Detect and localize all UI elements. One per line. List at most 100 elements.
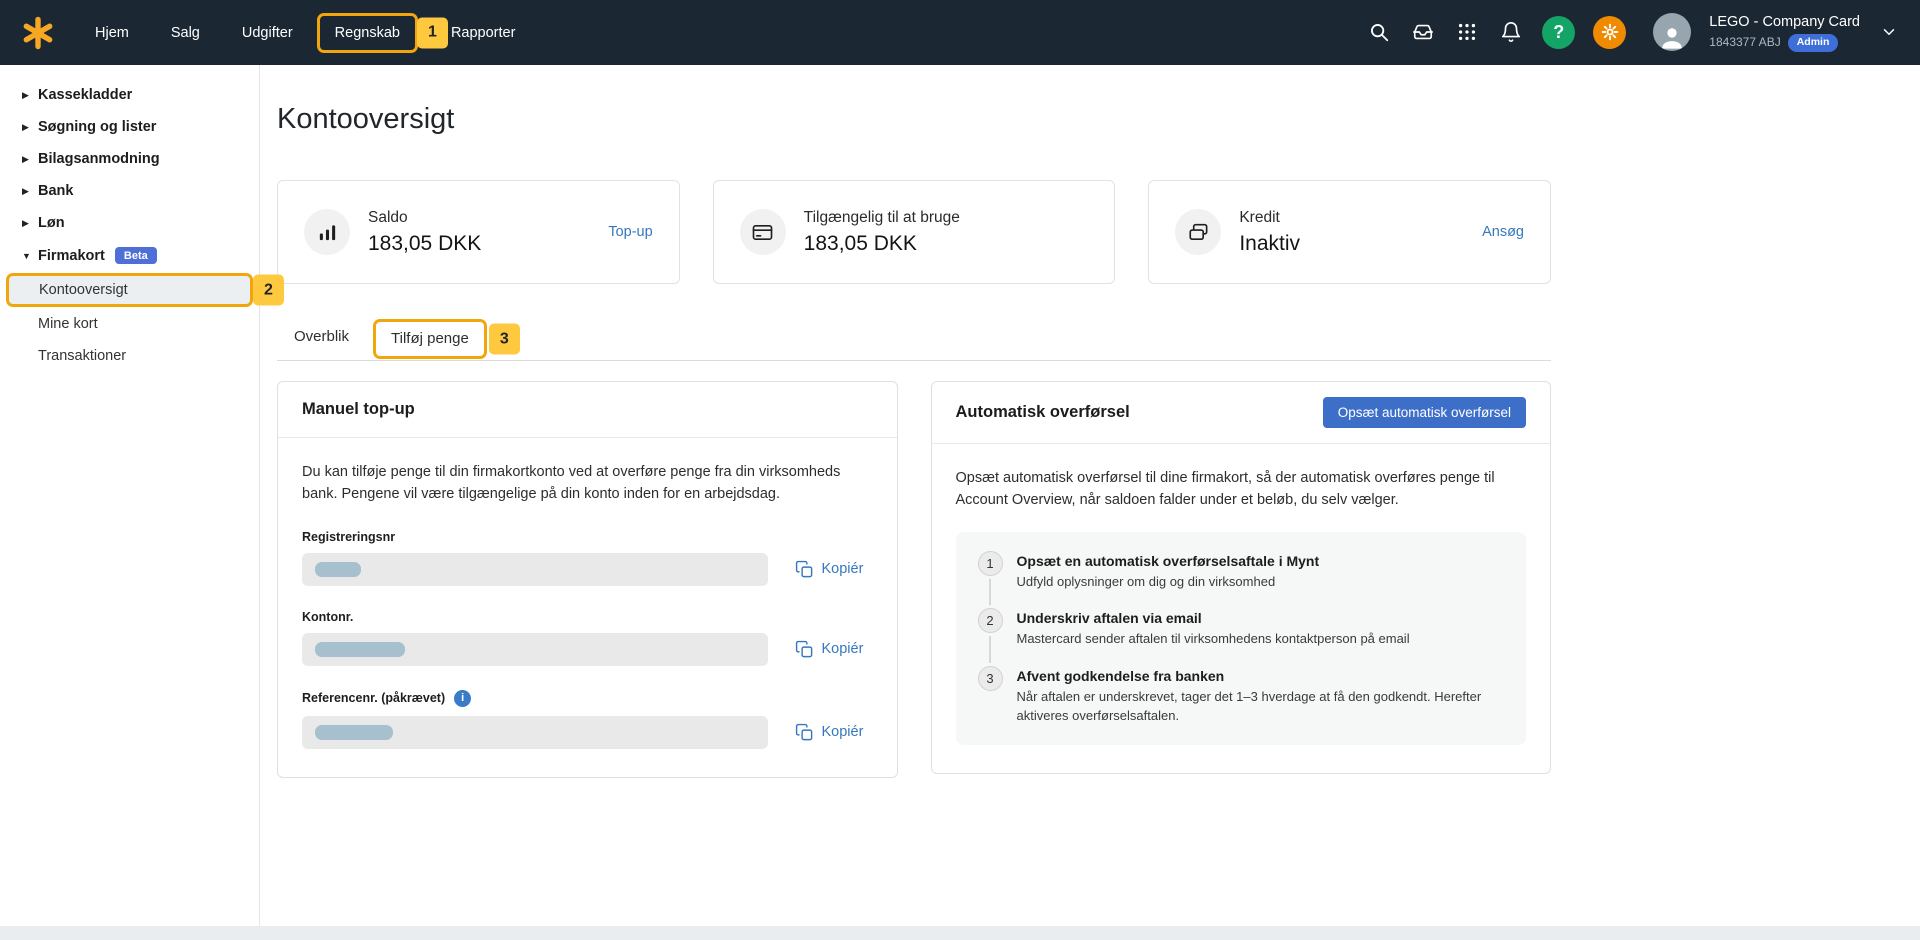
kontonr-field[interactable] [302,633,768,666]
step-connector [989,636,991,663]
top-up-link[interactable]: Top-up [608,224,652,240]
info-icon[interactable]: i [454,690,471,707]
registreringsnr-label: Registreringsnr [302,530,395,544]
chevron-down-icon[interactable] [1880,23,1898,41]
annotation-badge-2: 2 [253,275,284,306]
sidebar-item-label: Bank [38,183,73,199]
manual-topup-title: Manuel top-up [302,400,415,419]
card-value: 183,05 DKK [804,232,960,256]
dinero-logo-icon[interactable] [20,15,56,51]
copy-icon [795,560,814,579]
annotation-box-3: Tilføj penge 3 [373,319,487,359]
sidebar-item-transaktioner[interactable]: Transaktioner [0,340,259,372]
setup-auto-transfer-button[interactable]: Opsæt automatisk overførsel [1323,397,1526,428]
main-nav: Hjem Salg Udgifter Regnskab 1 Rapporter [74,0,536,65]
auto-transfer-description: Opsæt automatisk overførsel til dine fir… [956,468,1527,512]
referencenr-field-group: Referencenr. (påkrævet) i [302,690,873,749]
copy-icon [795,723,814,742]
sidebar-item-label: Firmakort [38,248,105,264]
beta-badge: Beta [115,247,157,264]
copy-referencenr-button[interactable]: Kopiér [795,723,873,742]
step-1: 1 Opsæt en automatisk overførselsaftale … [978,551,1505,609]
ansoeg-link[interactable]: Ansøg [1482,224,1524,240]
available-card: Tilgængelig til at bruge 183,05 DKK [713,180,1116,284]
bell-icon[interactable] [1493,14,1529,50]
referencenr-field[interactable] [302,716,768,749]
step-description: Når aftalen er underskrevet, tager det 1… [1017,688,1505,726]
kontonr-label: Kontonr. [302,610,353,624]
card-label: Kredit [1239,209,1300,227]
inbox-icon[interactable] [1405,14,1441,50]
chevron-right-icon: ▶ [22,154,38,165]
balance-chart-icon [304,209,350,255]
page-title: Kontooversigt [277,103,1551,136]
sidebar-item-kassekladder[interactable]: ▶ Kassekladder [0,79,259,111]
step-number-badge: 3 [978,666,1003,691]
card-label: Saldo [368,209,481,227]
copy-label: Kopiér [822,561,864,577]
sidebar-item-loen[interactable]: ▶ Løn [0,207,259,239]
annotation-box-2: Kontooversigt 2 [6,273,253,307]
sidebar-item-mine-kort[interactable]: Mine kort [0,308,259,340]
sidebar-item-bank[interactable]: ▶ Bank [0,175,259,207]
auto-transfer-panel: Automatisk overførsel Opsæt automatisk o… [931,381,1552,774]
settings-gear-icon[interactable] [1593,16,1626,49]
tab-overblik[interactable]: Overblik [292,318,351,360]
manual-topup-description: Du kan tilføje penge til din firmakortko… [302,462,873,506]
card-value: 183,05 DKK [368,232,481,256]
step-3: 3 Afvent godkendelse fra banken Når afta… [978,666,1505,728]
redacted-value [315,562,361,577]
apps-grid-icon[interactable] [1449,14,1485,50]
steps-box: 1 Opsæt en automatisk overførselsaftale … [956,532,1527,745]
registreringsnr-field-group: Registreringsnr [302,530,873,586]
step-title: Opsæt en automatisk overførselsaftale i … [1017,553,1320,569]
sidebar-item-label: Bilagsanmodning [38,151,160,167]
kredit-card: Kredit Inaktiv Ansøg [1148,180,1551,284]
chevron-right-icon: ▶ [22,90,38,101]
sidebar-item-bilagsanmodning[interactable]: ▶ Bilagsanmodning [0,143,259,175]
annotation-badge-3: 3 [489,324,520,355]
step-connector [989,579,991,606]
sidebar-item-label: Søgning og lister [38,119,156,135]
sidebar-item-firmakort[interactable]: ▼ Firmakort Beta [0,239,259,272]
copy-label: Kopiér [822,724,864,740]
sidebar-item-soegning-og-lister[interactable]: ▶ Søgning og lister [0,111,259,143]
nav-item-udgifter[interactable]: Udgifter [221,0,314,65]
sidebar: ▶ Kassekladder ▶ Søgning og lister ▶ Bil… [0,65,260,926]
step-description: Mastercard sender aftalen til virksomhed… [1017,630,1410,649]
referencenr-label: Referencenr. (påkrævet) [302,691,445,705]
nav-item-regnskab[interactable]: Regnskab 1 [317,13,418,53]
tab-bar: Overblik Tilføj penge 3 [277,318,1551,361]
redacted-value [315,642,405,657]
auto-transfer-title: Automatisk overførsel [956,403,1130,422]
nav-item-hjem[interactable]: Hjem [74,0,150,65]
annotation-badge-1: 1 [417,17,448,48]
sidebar-item-label: Kassekladder [38,87,132,103]
admin-badge: Admin [1788,34,1839,52]
copy-registreringsnr-button[interactable]: Kopiér [795,560,873,579]
chevron-right-icon: ▶ [22,122,38,133]
saldo-card: Saldo 183,05 DKK Top-up [277,180,680,284]
step-number-badge: 1 [978,551,1003,576]
summary-cards: Saldo 183,05 DKK Top-up Tilgænge [277,180,1551,284]
nav-item-salg[interactable]: Salg [150,0,221,65]
registreringsnr-field[interactable] [302,553,768,586]
copy-kontonr-button[interactable]: Kopiér [795,640,873,659]
step-description: Udfyld oplysninger om dig og din virksom… [1017,573,1320,592]
account-id: 1843377 ABJ [1709,35,1780,51]
tab-tilfoej-penge[interactable]: Tilføj penge [376,322,484,356]
card-value: Inaktiv [1239,232,1300,256]
step-number-badge: 2 [978,608,1003,633]
horizontal-scrollbar[interactable] [0,926,1920,940]
help-icon[interactable]: ? [1542,16,1575,49]
step-2: 2 Underskriv aftalen via email Mastercar… [978,608,1505,666]
main-content: Kontooversigt Saldo 183,05 DKK [260,65,1920,926]
sidebar-item-kontooversigt[interactable]: Kontooversigt [9,276,250,304]
sidebar-item-label: Løn [38,215,65,231]
chevron-right-icon: ▶ [22,218,38,229]
topbar: Hjem Salg Udgifter Regnskab 1 Rapporter [0,0,1920,65]
search-icon[interactable] [1361,14,1397,50]
chevron-down-icon: ▼ [22,251,38,261]
account-menu[interactable]: LEGO - Company Card 1843377 ABJ Admin [1709,13,1860,51]
avatar[interactable] [1653,13,1691,51]
